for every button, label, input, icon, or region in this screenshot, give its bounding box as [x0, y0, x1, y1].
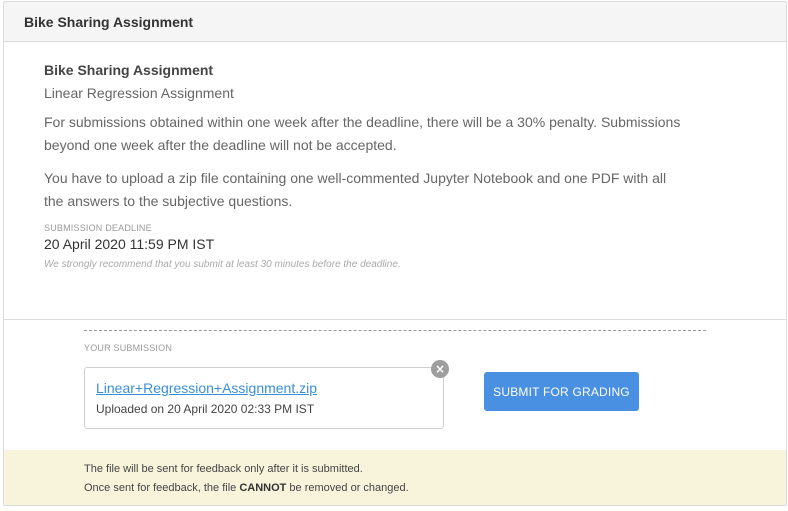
- deadline-value: 20 April 2020 11:59 PM IST: [44, 236, 215, 252]
- notice-line-2-prefix: Once sent for feedback, the file: [84, 482, 240, 494]
- notice-line-2-suffix: be removed or changed.: [286, 482, 409, 494]
- dashed-divider: [84, 330, 706, 331]
- upload-timestamp: Uploaded on 20 April 2020 02:33 PM IST: [96, 402, 315, 416]
- assignment-subtitle: Linear Regression Assignment: [44, 85, 234, 101]
- penalty-text: For submissions obtained within one week…: [44, 114, 681, 153]
- deadline-label: SUBMISSION DEADLINE: [44, 223, 152, 233]
- notice-line-2: Once sent for feedback, the file CANNOT …: [84, 479, 786, 498]
- notice-emphasis: CANNOT: [239, 482, 287, 494]
- uploaded-file-card: Linear+Regression+Assignment.zip Uploade…: [84, 360, 449, 429]
- notice-line-1: The file will be sent for feedback only …: [84, 463, 363, 475]
- assignment-name: Bike Sharing Assignment: [44, 62, 214, 78]
- submission-label: YOUR SUBMISSION: [84, 343, 173, 353]
- card-header: Bike Sharing Assignment: [4, 2, 786, 42]
- assignment-card: Bike Sharing Assignment Bike Sharing Ass…: [3, 1, 787, 506]
- feedback-notice: The file will be sent for feedback only …: [4, 450, 786, 505]
- submit-for-grading-button[interactable]: SUBMIT FOR GRADING: [484, 372, 639, 411]
- deadline-note: We strongly recommend that you submit at…: [44, 259, 401, 270]
- close-icon[interactable]: ×: [431, 360, 449, 378]
- page-title: Bike Sharing Assignment: [24, 13, 194, 30]
- instructions-text: You have to upload a zip file containing…: [44, 170, 667, 209]
- file-download-link[interactable]: Linear+Regression+Assignment.zip: [96, 380, 317, 396]
- assignment-details: Bike Sharing Assignment Linear Regressio…: [44, 62, 684, 270]
- section-divider: [4, 319, 786, 320]
